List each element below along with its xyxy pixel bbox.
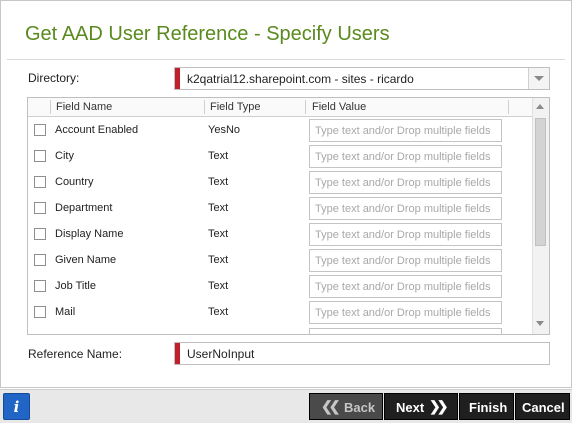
field-value-input[interactable] [309, 328, 502, 334]
row-checkbox[interactable] [34, 176, 46, 188]
reference-name-input[interactable]: UserNoInput [174, 342, 550, 365]
field-name: City [55, 150, 74, 162]
row-checkbox[interactable] [34, 254, 46, 266]
column-separator [508, 100, 509, 114]
table-row: Job Title Text Type text and/or Drop mul… [28, 274, 534, 300]
info-icon: i [13, 398, 20, 416]
column-header-field-value[interactable]: Field Value [312, 101, 366, 113]
directory-label: Directory: [28, 71, 80, 85]
table-row: Country Text Type text and/or Drop multi… [28, 170, 534, 196]
column-separator [50, 100, 51, 114]
field-value-input[interactable]: Type text and/or Drop multiple fields [309, 275, 502, 298]
field-type: YesNo [208, 124, 241, 136]
wizard-footer: i ❮❮ Back Next ❯❯ Finish Cancel [0, 389, 572, 423]
row-checkbox[interactable] [34, 202, 46, 214]
reference-name-label: Reference Name: [28, 347, 123, 361]
field-name: Country [55, 176, 94, 188]
field-name: Given Name [55, 254, 117, 266]
table-row: Mail Text Type text and/or Drop multiple… [28, 300, 534, 326]
field-type: Text [208, 150, 229, 162]
chevron-left-icon: ❮❮ [321, 398, 341, 414]
field-type: Text [208, 280, 229, 292]
fields-grid: Field Name Field Type Field Value Accoun… [27, 97, 550, 335]
table-row: Given Name Text Type text and/or Drop mu… [28, 248, 534, 274]
field-name: Job Title [55, 280, 96, 292]
scroll-down-icon[interactable] [536, 321, 544, 326]
back-button[interactable]: ❮❮ Back [309, 393, 383, 420]
chevron-right-icon: ❯❯ [429, 398, 449, 414]
directory-dropdown-button[interactable] [528, 68, 549, 89]
field-name: Department [55, 202, 113, 214]
field-value-input[interactable]: Type text and/or Drop multiple fields [309, 301, 502, 324]
field-value-input[interactable]: Type text and/or Drop multiple fields [309, 197, 502, 220]
dialog: Get AAD User Reference - Specify Users D… [0, 0, 572, 388]
field-value-input[interactable]: Type text and/or Drop multiple fields [309, 171, 502, 194]
row-checkbox[interactable] [34, 150, 46, 162]
table-row: Display Name Text Type text and/or Drop … [28, 222, 534, 248]
directory-dropdown[interactable]: k2qatrial12.sharepoint.com - sites - ric… [174, 67, 550, 90]
info-button[interactable]: i [3, 393, 30, 420]
field-value-input[interactable]: Type text and/or Drop multiple fields [309, 119, 502, 142]
required-marker [175, 68, 180, 89]
field-name: Mail [55, 306, 76, 318]
row-checkbox[interactable] [34, 306, 46, 318]
scrollbar-thumb[interactable] [535, 118, 546, 246]
field-name: Display Name [55, 228, 124, 240]
row-checkbox[interactable] [34, 124, 46, 136]
directory-value: k2qatrial12.sharepoint.com - sites - ric… [187, 72, 414, 86]
required-marker [175, 343, 180, 364]
field-type: Text [208, 228, 229, 240]
cancel-button[interactable]: Cancel [515, 393, 570, 420]
next-button[interactable]: Next ❯❯ [384, 393, 458, 420]
row-checkbox[interactable] [34, 280, 46, 292]
grid-header: Field Name Field Type Field Value [28, 98, 534, 117]
column-separator [305, 100, 306, 114]
title-divider [7, 59, 565, 60]
table-row [28, 326, 534, 334]
reference-name-value: UserNoInput [187, 347, 255, 361]
field-name: Account Enabled [55, 124, 139, 136]
finish-button[interactable]: Finish [459, 393, 514, 420]
chevron-down-icon [534, 76, 544, 81]
table-row: Department Text Type text and/or Drop mu… [28, 196, 534, 222]
grid-scrollbar[interactable] [532, 98, 549, 334]
column-header-field-type[interactable]: Field Type [210, 101, 261, 113]
field-value-input[interactable]: Type text and/or Drop multiple fields [309, 145, 502, 168]
dialog-title: Get AAD User Reference - Specify Users [25, 23, 390, 45]
column-separator [204, 100, 205, 114]
field-type: Text [208, 306, 229, 318]
field-value-input[interactable]: Type text and/or Drop multiple fields [309, 223, 502, 246]
table-row: Account Enabled YesNo Type text and/or D… [28, 118, 534, 144]
scroll-up-icon[interactable] [536, 104, 544, 109]
field-type: Text [208, 202, 229, 214]
row-checkbox[interactable] [34, 228, 46, 240]
field-value-input[interactable]: Type text and/or Drop multiple fields [309, 249, 502, 272]
column-header-field-name[interactable]: Field Name [56, 101, 112, 113]
field-type: Text [208, 254, 229, 266]
field-type: Text [208, 176, 229, 188]
table-row: City Text Type text and/or Drop multiple… [28, 144, 534, 170]
